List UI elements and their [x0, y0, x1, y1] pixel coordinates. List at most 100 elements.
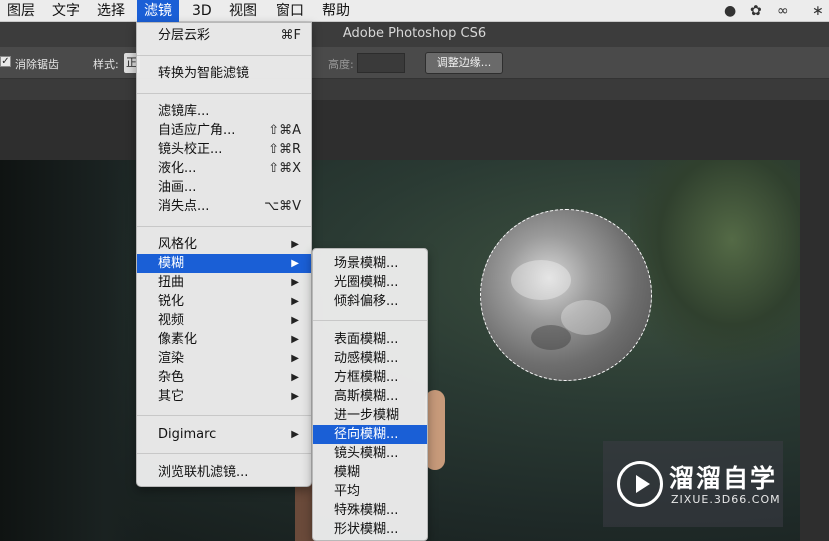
submenu-item-average[interactable]: 平均 [313, 482, 427, 501]
menu-separator [137, 93, 311, 94]
submenu-item-smart-blur[interactable]: 特殊模糊... [313, 501, 427, 520]
menu-item-label: 光圈模糊... [334, 275, 399, 290]
menu-view[interactable]: 视图 [222, 0, 264, 22]
menu-item-label: 像素化 [158, 332, 198, 347]
blur-submenu: 场景模糊... 光圈模糊... 倾斜偏移... 表面模糊... 动感模糊... … [312, 248, 428, 541]
menu-item-oil-paint[interactable]: 油画... [137, 178, 311, 197]
style-label: 样式: [93, 58, 119, 71]
menu-separator [137, 226, 311, 227]
antialias-label: 消除锯齿 [15, 58, 59, 71]
submenu-arrow-icon: ▶ [291, 391, 299, 402]
menu-item-filter-gallery[interactable]: 滤镜库... [137, 102, 311, 121]
menu-item-label: 动感模糊... [334, 351, 399, 366]
menu-item-sharpen[interactable]: 锐化 ▶ [137, 292, 311, 311]
menu-3d[interactable]: 3D [185, 0, 219, 22]
menu-separator [313, 320, 427, 321]
menu-item-shortcut: ⌥⌘V [264, 199, 301, 214]
submenu-item-gaussian-blur[interactable]: 高斯模糊... [313, 387, 427, 406]
play-logo-icon [617, 461, 663, 507]
cloud-highlight [511, 260, 571, 300]
menu-layer[interactable]: 图层 [0, 0, 42, 22]
creative-cloud-icon[interactable]: ∞ [777, 3, 789, 19]
menu-window[interactable]: 窗口 [269, 0, 311, 22]
menu-item-label: 径向模糊... [334, 427, 399, 442]
menu-item-shortcut: ⇧⌘X [268, 161, 301, 176]
menu-item-other[interactable]: 其它 ▶ [137, 387, 311, 406]
height-input[interactable] [357, 53, 405, 73]
menu-separator [137, 453, 311, 454]
menu-item-shortcut: ⇧⌘A [268, 123, 301, 138]
menu-item-browse-online-filters[interactable]: 浏览联机滤镜... [137, 463, 311, 482]
menu-item-adaptive-wide-angle[interactable]: 自适应广角... ⇧⌘A [137, 121, 311, 140]
menu-item-label: 形状模糊... [334, 522, 399, 537]
submenu-item-field-blur[interactable]: 场景模糊... [313, 254, 427, 273]
menu-item-label: 扭曲 [158, 275, 185, 290]
submenu-arrow-icon: ▶ [291, 258, 299, 269]
menu-separator [137, 55, 311, 56]
menu-item-label: 模糊 [158, 256, 185, 271]
submenu-item-lens-blur[interactable]: 镜头模糊... [313, 444, 427, 463]
menu-help[interactable]: 帮助 [315, 0, 357, 22]
menu-bar: 图层 文字 选择 滤镜 3D 视图 窗口 帮助 ● ✿ ∞ ∗ [0, 0, 829, 22]
menu-item-clouds[interactable]: 分层云彩 ⌘F [137, 26, 311, 45]
menu-item-pixelate[interactable]: 像素化 ▶ [137, 330, 311, 349]
menu-type[interactable]: 文字 [45, 0, 87, 22]
bluetooth-icon[interactable]: ∗ [812, 3, 824, 19]
submenu-item-blur[interactable]: 模糊 [313, 463, 427, 482]
options-bar: ✓ 消除锯齿 样式: 正 高度: 调整边缘... [0, 47, 829, 79]
submenu-item-tilt-shift[interactable]: 倾斜偏移... [313, 292, 427, 311]
window-title: Adobe Photoshop CS6 [342, 26, 487, 41]
menu-item-label: 高斯模糊... [334, 389, 399, 404]
menu-item-label: 镜头校正... [158, 142, 223, 157]
menu-item-distort[interactable]: 扭曲 ▶ [137, 273, 311, 292]
watermark-url: ZIXUE.3D66.COM [671, 493, 781, 506]
menu-item-lens-correction[interactable]: 镜头校正... ⇧⌘R [137, 140, 311, 159]
submenu-item-surface-blur[interactable]: 表面模糊... [313, 330, 427, 349]
menu-item-video[interactable]: 视频 ▶ [137, 311, 311, 330]
submenu-item-radial-blur[interactable]: 径向模糊... [313, 425, 427, 444]
menu-item-label: 滤镜库... [158, 104, 210, 119]
dark-foliage [0, 160, 150, 541]
submenu-item-motion-blur[interactable]: 动感模糊... [313, 349, 427, 368]
menu-item-label: 油画... [158, 180, 197, 195]
height-label: 高度: [328, 58, 354, 71]
submenu-arrow-icon: ▶ [291, 334, 299, 345]
menu-item-noise[interactable]: 杂色 ▶ [137, 368, 311, 387]
cloud-highlight [561, 300, 611, 335]
submenu-item-blur-more[interactable]: 进一步模糊 [313, 406, 427, 425]
submenu-arrow-icon: ▶ [291, 296, 299, 307]
menu-item-convert-smart-filter[interactable]: 转换为智能滤镜 [137, 64, 311, 83]
menu-item-blur[interactable]: 模糊 ▶ [137, 254, 311, 273]
menu-item-liquify[interactable]: 液化... ⇧⌘X [137, 159, 311, 178]
circular-selection-clouds[interactable] [480, 209, 652, 381]
menu-item-label: 浏览联机滤镜... [158, 465, 249, 480]
menu-item-shortcut: ⌘F [280, 28, 301, 43]
watermark: 溜溜自学 ZIXUE.3D66.COM [603, 441, 783, 527]
menu-item-shortcut: ⇧⌘R [268, 142, 301, 157]
pinwheel-icon[interactable]: ✿ [750, 3, 762, 19]
submenu-item-box-blur[interactable]: 方框模糊... [313, 368, 427, 387]
submenu-arrow-icon: ▶ [291, 239, 299, 250]
menu-item-label: Digimarc [158, 427, 217, 442]
filter-menu: 分层云彩 ⌘F 转换为智能滤镜 滤镜库... 自适应广角... ⇧⌘A 镜头校正… [136, 22, 312, 487]
menu-separator [137, 415, 311, 416]
menu-item-label: 方框模糊... [334, 370, 399, 385]
qq-icon[interactable]: ● [724, 3, 736, 19]
submenu-item-shape-blur[interactable]: 形状模糊... [313, 520, 427, 539]
menu-item-label: 平均 [334, 484, 361, 499]
menu-select[interactable]: 选择 [90, 0, 132, 22]
cloud-shadow [531, 325, 571, 350]
menu-item-label: 模糊 [334, 465, 361, 480]
menu-item-render[interactable]: 渲染 ▶ [137, 349, 311, 368]
menu-item-label: 分层云彩 [158, 28, 211, 43]
menu-item-vanishing-point[interactable]: 消失点... ⌥⌘V [137, 197, 311, 216]
menu-item-stylize[interactable]: 风格化 ▶ [137, 235, 311, 254]
refine-edge-button[interactable]: 调整边缘... [425, 52, 503, 74]
menu-item-label: 表面模糊... [334, 332, 399, 347]
submenu-arrow-icon: ▶ [291, 315, 299, 326]
menu-item-label: 场景模糊... [334, 256, 399, 271]
antialias-checkbox[interactable]: ✓ [0, 56, 11, 67]
menu-item-digimarc[interactable]: Digimarc ▶ [137, 425, 311, 444]
submenu-item-iris-blur[interactable]: 光圈模糊... [313, 273, 427, 292]
menu-filter[interactable]: 滤镜 [137, 0, 179, 22]
